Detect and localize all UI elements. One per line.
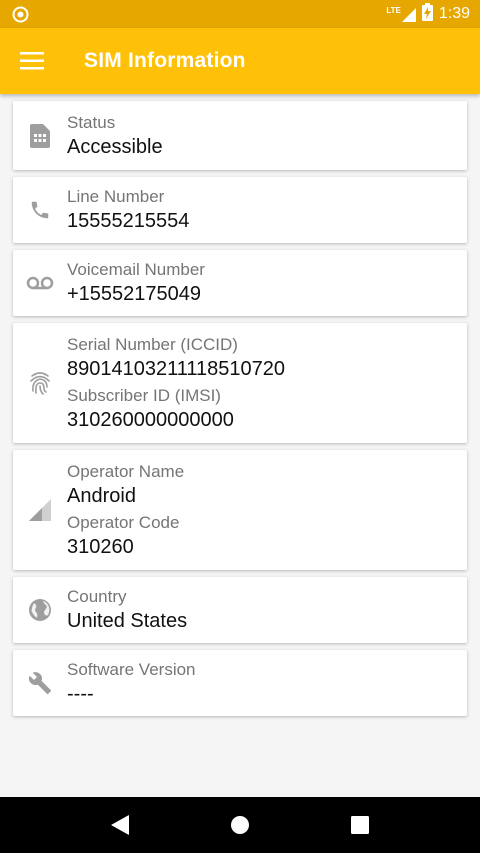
fingerprint-icon <box>13 371 67 395</box>
recents-square-icon <box>351 816 369 834</box>
country-label: Country <box>67 587 127 606</box>
navigation-bar <box>0 797 480 853</box>
operator-code-label: Operator Code <box>67 512 180 532</box>
operator-name-label: Operator Name <box>67 461 185 481</box>
lte-signal-icon: LTE <box>386 6 416 22</box>
software-version-card: Software Version ---- <box>13 650 467 716</box>
battery-icon <box>421 2 433 26</box>
clock-time: 1:39 <box>438 5 470 22</box>
status-value: Accessible <box>67 135 163 158</box>
status-label: Status <box>67 112 116 132</box>
subscriber-id-label: Subscriber ID (IMSI) <box>67 385 221 405</box>
app-bar: SIM Information <box>0 28 480 94</box>
subscriber-id-value: 310260000000000 <box>67 408 234 431</box>
line-number-card: Line Number 15555215554 <box>13 177 467 243</box>
back-triangle-icon <box>111 815 129 835</box>
status-card: Status Accessible <box>13 101 467 170</box>
wrench-icon <box>13 671 67 695</box>
voicemail-value: +15552175049 <box>67 283 202 305</box>
signal-icon <box>13 499 67 521</box>
menu-button[interactable] <box>0 28 64 94</box>
home-circle-icon <box>231 816 249 834</box>
status-bar: LTE 1:39 <box>0 0 480 28</box>
recents-button[interactable] <box>340 805 380 845</box>
home-button[interactable] <box>220 805 260 845</box>
notification-icon <box>12 6 29 23</box>
country-value: United States <box>67 610 188 632</box>
country-card: Country United States <box>13 577 467 643</box>
serial-number-label: Serial Number (ICCID) <box>67 334 238 354</box>
operator-name-value: Android <box>67 484 136 507</box>
serial-card: Serial Number (ICCID) 890141032111185107… <box>13 323 467 443</box>
sim-info-list: Status Accessible Line Number 1555521555… <box>13 101 467 723</box>
software-version-value: ---- <box>67 683 94 705</box>
serial-number-value: 89014103211118510720 <box>67 357 286 380</box>
operator-code-value: 310260 <box>67 535 134 558</box>
voicemail-label: Voicemail Number <box>67 260 205 279</box>
software-version-label: Software Version <box>67 660 196 679</box>
operator-card: Operator Name Android Operator Code 3102… <box>13 450 467 570</box>
phone-icon <box>13 199 67 221</box>
back-button[interactable] <box>100 805 140 845</box>
line-number-value: 15555215554 <box>67 210 190 232</box>
hamburger-menu-icon <box>20 52 44 70</box>
sim-card-icon <box>13 123 67 148</box>
globe-icon <box>13 598 67 622</box>
voicemail-card: Voicemail Number +15552175049 <box>13 250 467 316</box>
line-number-label: Line Number <box>67 187 165 206</box>
voicemail-icon <box>13 276 67 290</box>
page-title: SIM Information <box>84 49 246 72</box>
